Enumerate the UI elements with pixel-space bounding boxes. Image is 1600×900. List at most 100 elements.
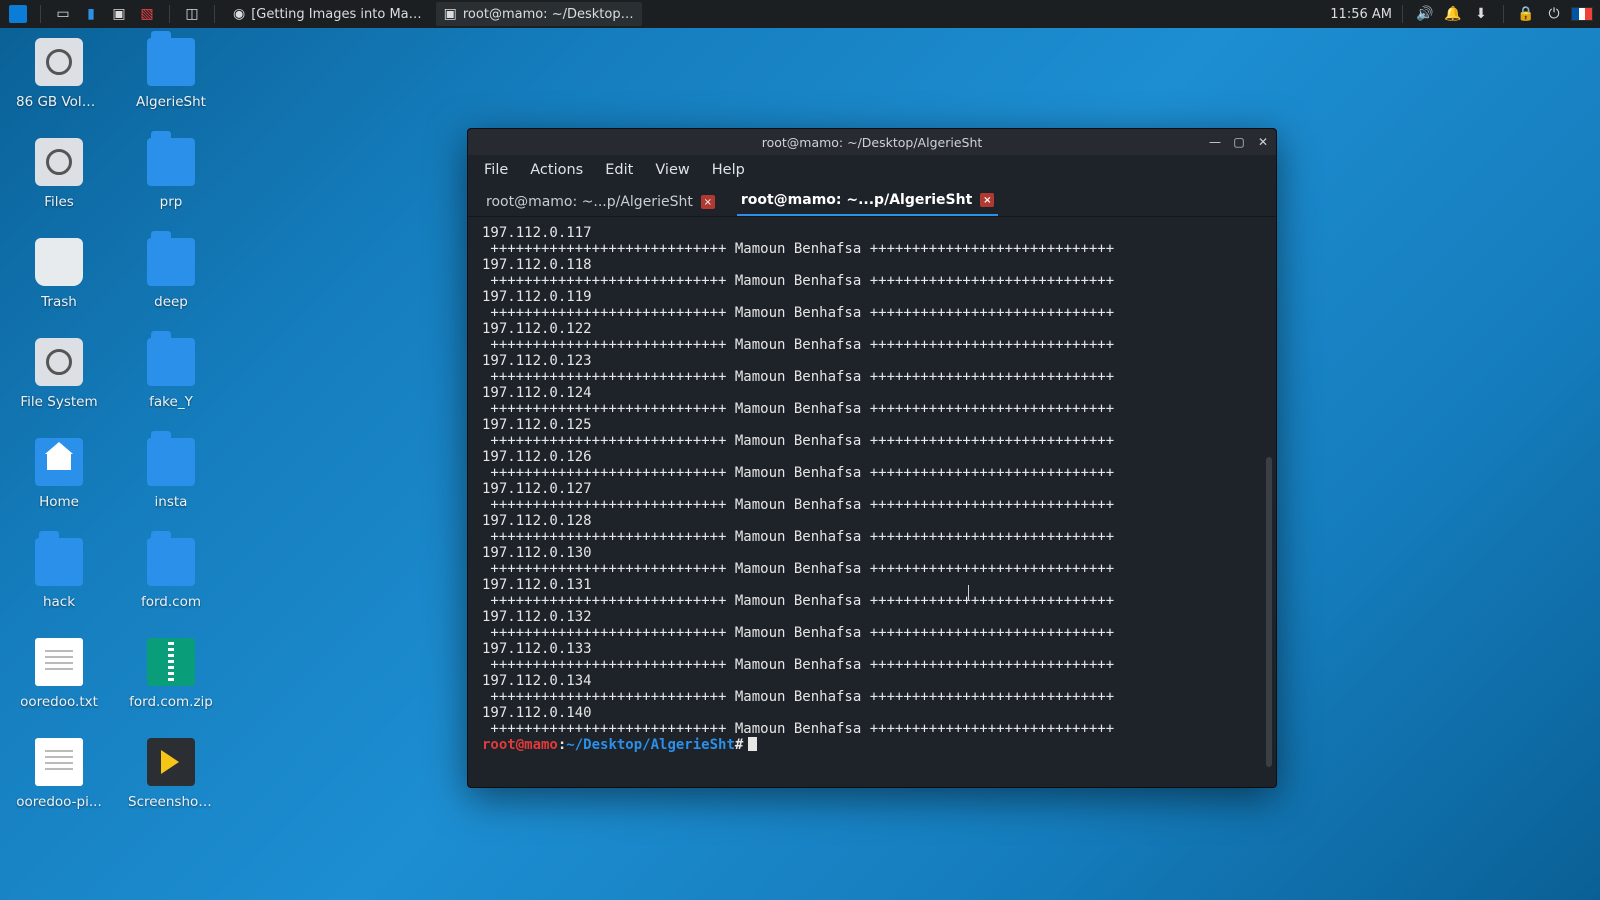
- task-label: root@mamo: ~/Desktop…: [463, 7, 634, 22]
- drive-icon: [35, 138, 83, 186]
- desktop-item-label: deep: [154, 294, 188, 310]
- trash-icon: [35, 238, 83, 286]
- desktop-item[interactable]: deep: [128, 238, 214, 310]
- desktop-item-label: ooredoo-pi...: [16, 794, 101, 810]
- power-icon: ⏻: [1548, 6, 1559, 22]
- top-panel: ▭ ▮ ▣ ▧ ◫ ◉[Getting Images into Ma…▣root…: [0, 0, 1600, 28]
- zip-icon: [147, 638, 195, 686]
- desktop-item[interactable]: Trash: [16, 238, 102, 310]
- power-button[interactable]: ⏻: [1542, 2, 1566, 26]
- lock-button[interactable]: 🔒: [1514, 2, 1538, 26]
- folder-icon: [147, 138, 195, 186]
- folder-icon: [35, 538, 83, 586]
- desktop-item[interactable]: ford.com: [128, 538, 214, 610]
- desktop-item-label: prp: [160, 194, 183, 210]
- desktop-item[interactable]: Screenshot...: [128, 738, 214, 810]
- desktop-item[interactable]: Home: [16, 438, 102, 510]
- desktop-item[interactable]: hack: [16, 538, 102, 610]
- maximize-button[interactable]: ▢: [1232, 135, 1246, 149]
- task-button[interactable]: ▣root@mamo: ~/Desktop…: [436, 2, 642, 26]
- desktop-icon: ▭: [56, 6, 69, 22]
- task-list: ◉[Getting Images into Ma…▣root@mamo: ~/D…: [225, 2, 642, 26]
- show-desktop-button[interactable]: ▭: [51, 2, 75, 26]
- desktop-item[interactable]: ooredoo-pi...: [16, 738, 102, 810]
- task-label: [Getting Images into Ma…: [251, 7, 421, 22]
- desktop-item-label: ford.com: [141, 594, 201, 610]
- tab-close-button[interactable]: ×: [980, 193, 994, 207]
- folder-icon: [147, 538, 195, 586]
- desktop-item-label: Screenshot...: [128, 794, 214, 810]
- tab-label: root@mamo: ~...p/AlgerieSht: [486, 194, 693, 210]
- titlebar[interactable]: root@mamo: ~/Desktop/AlgerieSht — ▢ ✕: [468, 129, 1276, 155]
- clock[interactable]: 11:56 AM: [1330, 7, 1392, 22]
- text-icon: [35, 638, 83, 686]
- desktop: 86 GB Volu... Files Trash File System Home ha…: [16, 38, 214, 810]
- terminal-window: root@mamo: ~/Desktop/AlgerieSht — ▢ ✕ Fi…: [467, 128, 1277, 788]
- menu-item-help[interactable]: Help: [712, 162, 745, 178]
- window-title: root@mamo: ~/Desktop/AlgerieSht: [468, 135, 1276, 150]
- desktop-item-label: ooredoo.txt: [20, 694, 98, 710]
- notifications-button[interactable]: 🔔: [1441, 2, 1465, 26]
- menu-item-file[interactable]: File: [484, 162, 508, 178]
- updates-button[interactable]: ⬇: [1469, 2, 1493, 26]
- prompt-user: root@mamo: [482, 737, 558, 753]
- download-icon: ⬇: [1475, 6, 1487, 22]
- terminal-launcher-button[interactable]: ▣: [107, 2, 131, 26]
- workspace-switcher[interactable]: ◫: [180, 2, 204, 26]
- desktop-item[interactable]: insta: [128, 438, 214, 510]
- menu-item-view[interactable]: View: [655, 162, 689, 178]
- cursor-block-icon: [748, 737, 757, 751]
- separator: [40, 5, 41, 23]
- drive-icon: [35, 338, 83, 386]
- terminal-tab[interactable]: root@mamo: ~...p/AlgerieSht ×: [737, 187, 998, 216]
- kali-logo-icon: [9, 5, 27, 23]
- desktop-item[interactable]: 86 GB Volu...: [16, 38, 102, 110]
- text-icon: [35, 738, 83, 786]
- minimize-button[interactable]: —: [1208, 135, 1222, 149]
- tab-label: root@mamo: ~...p/AlgerieSht: [741, 192, 972, 208]
- terminal-tab[interactable]: root@mamo: ~...p/AlgerieSht ×: [482, 189, 719, 216]
- app-menu-button[interactable]: [6, 2, 30, 26]
- desktop-item[interactable]: fake_Y: [128, 338, 214, 410]
- volume-button[interactable]: 🔊: [1413, 2, 1437, 26]
- task-button[interactable]: ◉[Getting Images into Ma…: [225, 2, 430, 26]
- desktop-item-label: Trash: [41, 294, 77, 310]
- file-manager-button[interactable]: ▮: [79, 2, 103, 26]
- prompt-hash: #: [735, 737, 743, 753]
- separator: [169, 5, 170, 23]
- separator: [214, 5, 215, 23]
- desktop-item[interactable]: Files: [16, 138, 102, 210]
- desktop-item-label: ford.com.zip: [129, 694, 213, 710]
- tab-close-button[interactable]: ×: [701, 195, 715, 209]
- folder-icon: [147, 238, 195, 286]
- workspace-icon: ◫: [185, 6, 198, 22]
- desktop-item-label: AlgerieSht: [136, 94, 206, 110]
- play-icon: [147, 738, 195, 786]
- menu-bar: File Actions Edit View Help: [468, 155, 1276, 185]
- desktop-item[interactable]: prp: [128, 138, 214, 210]
- menu-item-edit[interactable]: Edit: [605, 162, 633, 178]
- terminal-tabs: root@mamo: ~...p/AlgerieSht×root@mamo: ~…: [468, 185, 1276, 217]
- close-button[interactable]: ✕: [1256, 135, 1270, 149]
- separator: [1402, 5, 1403, 23]
- desktop-item[interactable]: ooredoo.txt: [16, 638, 102, 710]
- bell-icon: 🔔: [1444, 6, 1461, 22]
- desktop-item-label: hack: [43, 594, 75, 610]
- terminal-output[interactable]: 197.112.0.117 ++++++++++++++++++++++++++…: [468, 217, 1264, 777]
- terminal-icon: ▣: [112, 6, 125, 22]
- volume-icon: 🔊: [1416, 6, 1433, 22]
- editor-icon: ▧: [140, 6, 153, 22]
- folder-icon: [147, 38, 195, 86]
- desktop-item[interactable]: AlgerieSht: [128, 38, 214, 110]
- menu-item-actions[interactable]: Actions: [530, 162, 583, 178]
- editor-launcher-button[interactable]: ▧: [135, 2, 159, 26]
- desktop-item[interactable]: File System: [16, 338, 102, 410]
- folder-icon: [147, 438, 195, 486]
- keyboard-layout-button[interactable]: [1570, 2, 1594, 26]
- folder-icon: [147, 338, 195, 386]
- folder-icon: ▮: [87, 6, 95, 22]
- desktop-item[interactable]: ford.com.zip: [128, 638, 214, 710]
- scrollbar[interactable]: [1266, 457, 1272, 767]
- desktop-item-label: insta: [155, 494, 188, 510]
- flag-fr-icon: [1571, 7, 1593, 21]
